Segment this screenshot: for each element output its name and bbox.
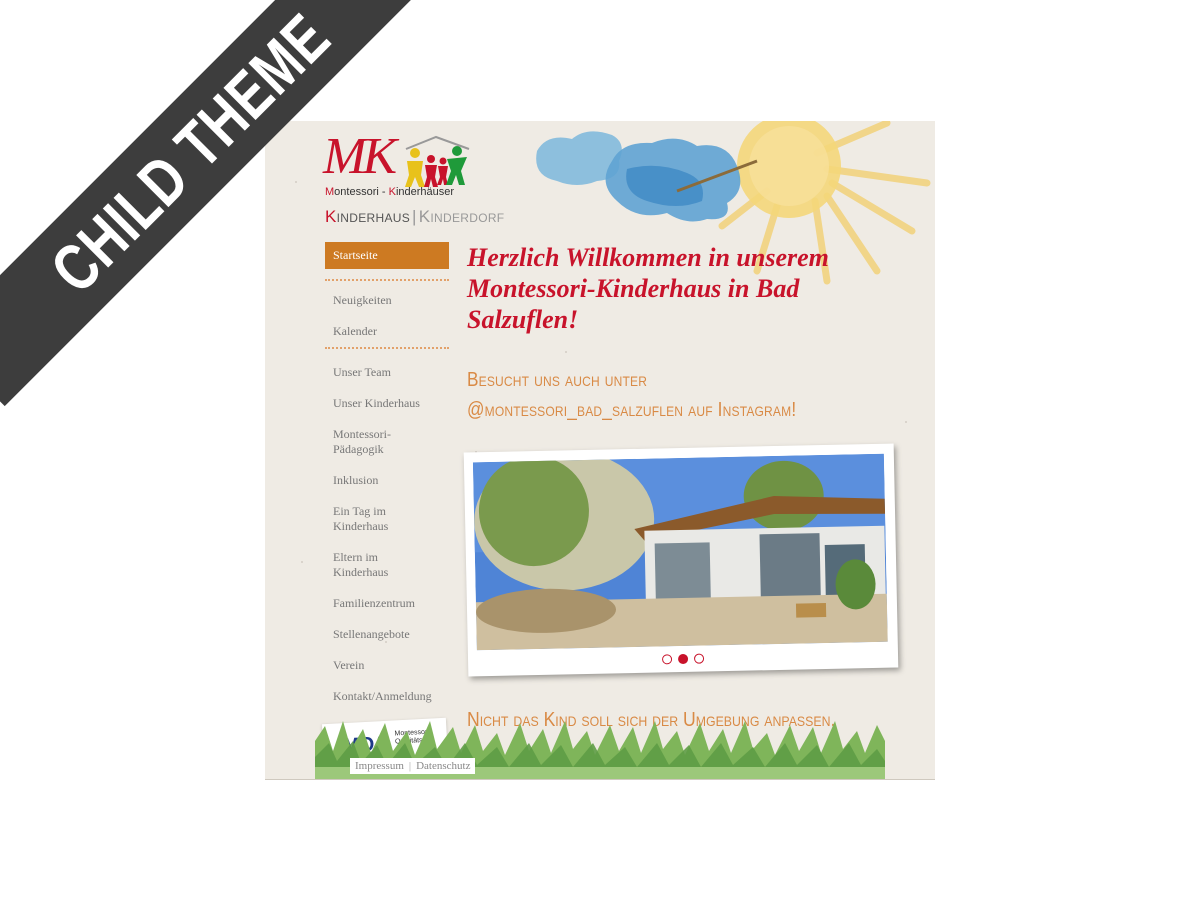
impressum-link[interactable]: Impressum [355,760,404,772]
child-theme-ribbon: CHILD THEME [0,0,420,420]
ribbon-label: CHILD THEME [36,0,344,307]
kinderhaus-photo [472,453,888,651]
nav-item-inklusion[interactable]: Inklusion [325,473,449,488]
paper-speck [565,351,567,353]
footer-divider: | [408,760,412,772]
footer-links: Impressum | Datenschutz [350,758,476,774]
slider-dot-1[interactable] [661,654,673,665]
nav-item-stellenangebote[interactable]: Stellenangebote [325,627,449,642]
slider-dots [468,649,898,668]
image-slider [463,443,899,677]
instagram-note-line1: Besucht uns auch unter [467,369,648,391]
nav-item-verein[interactable]: Verein [325,658,449,673]
nav-item-eltern[interactable]: Eltern im Kinderhaus [325,550,449,580]
welcome-heading: Herzlich Willkommen in unserem Montessor… [467,243,829,334]
instagram-note: Besucht uns auch unter @montessori_bad_s… [467,365,880,425]
nav-item-kontakt[interactable]: Kontakt/Anmeldung [325,689,449,704]
instagram-note-line2: @montessori_bad_salzuflen auf Instagram! [467,399,797,421]
nav-item-ein-tag[interactable]: Ein Tag im Kinderhaus [325,504,449,534]
nav-item-familienzentrum[interactable]: Familienzentrum [325,596,449,611]
slider-dot-2[interactable] [677,653,689,665]
slider-dot-3[interactable] [693,653,705,664]
paper-speck [905,421,907,423]
datenschutz-link[interactable]: Datenschutz [416,760,470,772]
nav-item-montessori-paedagogik[interactable]: Montessori- Pädagogik [325,427,449,457]
paper-speck [301,561,303,563]
